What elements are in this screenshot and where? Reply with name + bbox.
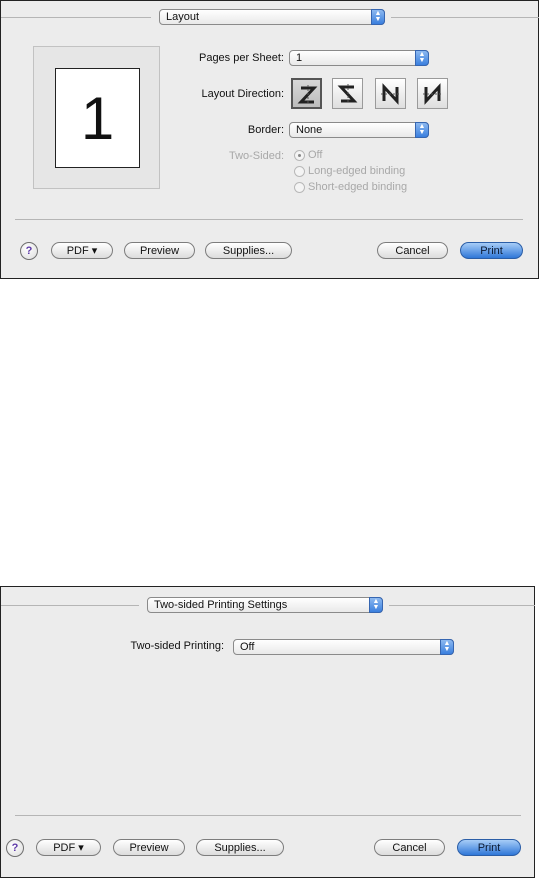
preview-page: 1 bbox=[55, 68, 140, 168]
buttons-divider bbox=[15, 219, 523, 220]
print-button[interactable]: Print bbox=[457, 839, 521, 856]
layout-direction-reverse-z-button[interactable] bbox=[332, 78, 363, 109]
supplies-button[interactable]: Supplies... bbox=[196, 839, 284, 856]
pages-per-sheet-popup[interactable]: 1 ▲ ▼ bbox=[289, 50, 429, 66]
section-divider-right bbox=[391, 17, 539, 18]
section-divider-right bbox=[389, 605, 535, 606]
two-sided-printing-label: Two-sided Printing: bbox=[130, 640, 224, 652]
layout-direction-label: Layout Direction: bbox=[201, 88, 284, 100]
two-sided-long-edge-radio[interactable]: Long-edged binding bbox=[294, 165, 405, 177]
cancel-button[interactable]: Cancel bbox=[374, 839, 445, 856]
two-sided-printing-popup[interactable]: Off ▲ ▼ bbox=[233, 639, 454, 655]
layout-direction-n-button[interactable] bbox=[417, 78, 448, 109]
direction-n-icon bbox=[423, 83, 443, 105]
preview-page-number: 1 bbox=[80, 84, 115, 152]
supplies-button[interactable]: Supplies... bbox=[205, 242, 292, 259]
section-popup[interactable]: Layout ▲ ▼ bbox=[159, 9, 385, 25]
buttons-divider bbox=[15, 815, 521, 816]
radio-selected-icon bbox=[294, 149, 305, 161]
page-preview: 1 bbox=[33, 46, 160, 189]
section-divider-left bbox=[1, 605, 139, 606]
preview-button[interactable]: Preview bbox=[113, 839, 185, 856]
pages-per-sheet-label: Pages per Sheet: bbox=[198, 52, 284, 64]
preview-button[interactable]: Preview bbox=[124, 242, 195, 259]
section-divider-left bbox=[1, 17, 151, 18]
two-sided-long-edge-label: Long-edged binding bbox=[308, 165, 406, 177]
popup-arrows-icon: ▲ ▼ bbox=[369, 597, 383, 613]
border-value: None bbox=[296, 124, 323, 136]
radio-icon bbox=[294, 165, 305, 177]
radio-icon bbox=[294, 181, 305, 193]
layout-direction-z-button[interactable] bbox=[291, 78, 322, 109]
direction-z-icon bbox=[297, 85, 318, 105]
two-sided-short-edge-label: Short-edged binding bbox=[308, 181, 408, 193]
section-popup-value: Two-sided Printing Settings bbox=[154, 599, 288, 611]
layout-print-panel: Layout ▲ ▼ 1 Pages per Sheet: 1 ▲ ▼ Layout… bbox=[0, 0, 539, 279]
print-button[interactable]: Print bbox=[460, 242, 523, 259]
border-label: Border: bbox=[247, 124, 284, 136]
two-sided-short-edge-radio[interactable]: Short-edged binding bbox=[294, 181, 407, 193]
popup-arrows-icon: ▲ ▼ bbox=[440, 639, 454, 655]
popup-arrows-icon: ▲ ▼ bbox=[415, 122, 429, 138]
two-sided-printing-value: Off bbox=[240, 641, 255, 653]
help-button[interactable]: ? bbox=[20, 242, 38, 260]
two-sided-off-label: Off bbox=[308, 149, 323, 161]
direction-n-reverse-icon bbox=[381, 83, 401, 105]
section-popup-value: Layout bbox=[166, 11, 200, 23]
pdf-menu-button[interactable]: PDF ▾ bbox=[36, 839, 101, 856]
two-sided-print-panel: Two-sided Printing Settings ▲ ▼ Two-sided… bbox=[0, 586, 535, 878]
layout-direction-n-reverse-button[interactable] bbox=[375, 78, 406, 109]
direction-reverse-z-icon bbox=[337, 84, 358, 104]
pages-per-sheet-value: 1 bbox=[296, 52, 303, 64]
popup-arrows-icon: ▲ ▼ bbox=[371, 9, 385, 25]
help-button[interactable]: ? bbox=[6, 839, 24, 857]
pdf-menu-button[interactable]: PDF ▾ bbox=[51, 242, 113, 259]
cancel-button[interactable]: Cancel bbox=[377, 242, 448, 259]
two-sided-label: Two-Sided: bbox=[228, 150, 284, 162]
popup-arrows-icon: ▲ ▼ bbox=[415, 50, 429, 66]
section-popup[interactable]: Two-sided Printing Settings ▲ ▼ bbox=[147, 597, 383, 613]
two-sided-off-radio[interactable]: Off bbox=[294, 149, 322, 161]
border-popup[interactable]: None ▲ ▼ bbox=[289, 122, 429, 138]
